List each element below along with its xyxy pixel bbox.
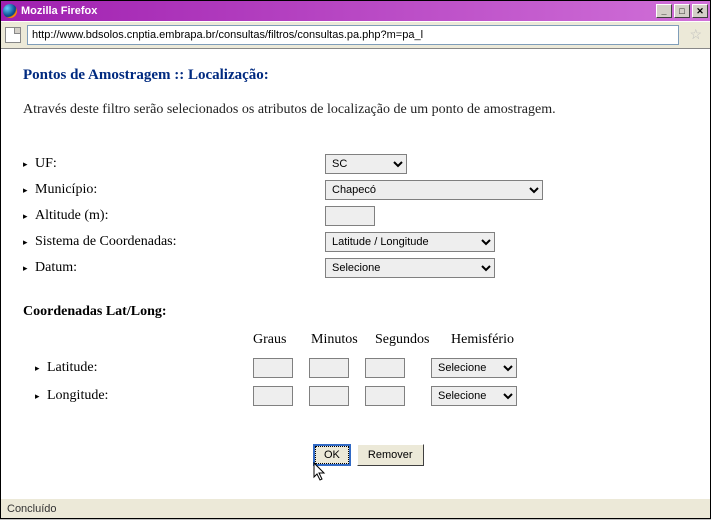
status-text: Concluído [7,503,57,515]
select-datum[interactable]: Selecione [325,258,495,278]
bullet-icon [23,156,35,172]
col-header-hemisferio: Hemisfério [451,332,541,348]
label-latitude: Latitude: [47,360,98,376]
minimize-button[interactable]: _ [656,4,672,18]
input-lon-minutos[interactable] [309,386,349,406]
bullet-icon [35,388,47,404]
address-bar: http://www.bdsolos.cnptia.embrapa.br/con… [1,21,710,49]
input-lat-minutos[interactable] [309,358,349,378]
window-title: Mozilla Firefox [21,5,97,17]
input-lon-segundos[interactable] [365,386,405,406]
ok-button[interactable]: OK [313,444,351,466]
url-text: http://www.bdsolos.cnptia.embrapa.br/con… [32,29,423,41]
titlebar: Mozilla Firefox _ □ ✕ [1,1,710,21]
bullet-icon [23,182,35,198]
page-title: Pontos de Amostragem :: Localização: [23,67,688,84]
remover-button-label: Remover [368,449,413,461]
bullet-icon [23,260,35,276]
label-longitude: Longitude: [47,388,108,404]
col-header-graus: Graus [253,332,311,348]
page-icon [5,27,21,43]
close-button[interactable]: ✕ [692,4,708,18]
bookmark-star-icon[interactable]: ☆ [685,27,706,44]
select-sistema[interactable]: Latitude / Longitude [325,232,495,252]
label-datum: Datum: [35,260,325,276]
select-municipio[interactable]: Chapecó [325,180,543,200]
select-lon-hemisferio[interactable]: Selecione [431,386,517,406]
select-uf[interactable]: SC [325,154,407,174]
bullet-icon [35,360,47,376]
label-altitude: Altitude (m): [35,208,325,224]
input-lon-graus[interactable] [253,386,293,406]
firefox-icon [3,4,17,18]
col-header-segundos: Segundos [375,332,451,348]
label-municipio: Município: [35,182,325,198]
coord-grid: Graus Minutos Segundos Hemisfério Latitu… [35,332,688,406]
label-uf: UF: [35,156,325,172]
input-lat-segundos[interactable] [365,358,405,378]
input-altitude[interactable] [325,206,375,226]
select-lat-hemisferio[interactable]: Selecione [431,358,517,378]
button-row: OK Remover [313,444,688,466]
ok-button-label: OK [324,449,340,461]
browser-window: Mozilla Firefox _ □ ✕ http://www.bdsolos… [0,0,711,519]
url-input[interactable]: http://www.bdsolos.cnptia.embrapa.br/con… [27,25,679,45]
status-bar: Concluído [1,498,710,518]
section-title-coords: Coordenadas Lat/Long: [23,304,688,320]
label-sistema: Sistema de Coordenadas: [35,234,325,250]
maximize-button[interactable]: □ [674,4,690,18]
window-controls: _ □ ✕ [656,4,708,18]
col-header-minutos: Minutos [311,332,375,348]
page-intro: Através deste filtro serão selecionados … [23,102,688,118]
input-lat-graus[interactable] [253,358,293,378]
remover-button[interactable]: Remover [357,444,424,466]
bullet-icon [23,234,35,250]
bullet-icon [23,208,35,224]
page-content: Pontos de Amostragem :: Localização: Atr… [1,49,710,498]
